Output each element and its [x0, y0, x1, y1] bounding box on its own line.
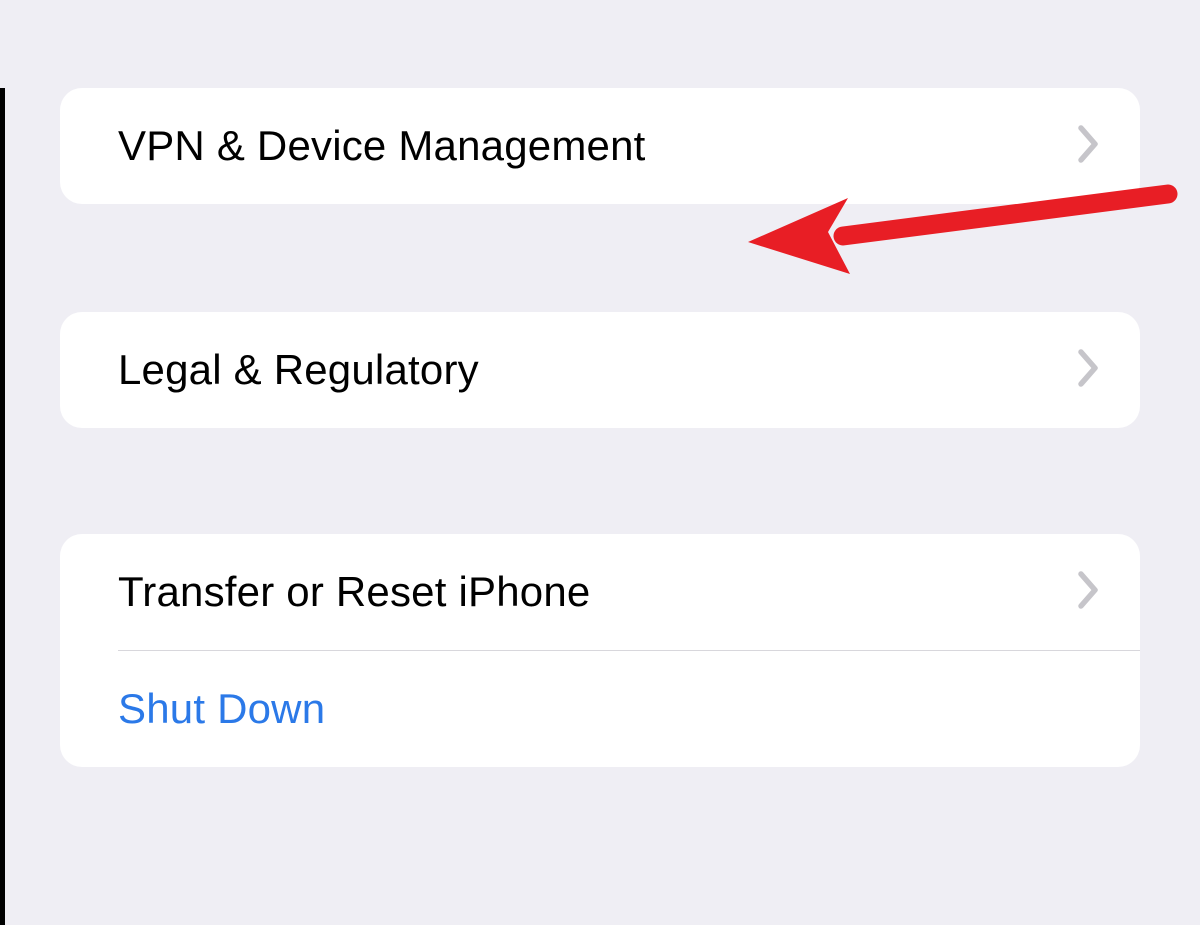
row-label: Transfer or Reset iPhone [118, 568, 590, 616]
settings-section-reset: Transfer or Reset iPhone Shut Down [60, 534, 1140, 767]
settings-section-legal: Legal & Regulatory [60, 312, 1140, 428]
chevron-right-icon [1078, 349, 1100, 392]
settings-list: VPN & Device Management Legal & Regulato… [0, 88, 1200, 767]
row-legal-regulatory[interactable]: Legal & Regulatory [60, 312, 1140, 428]
row-label: Legal & Regulatory [118, 346, 479, 394]
row-label: VPN & Device Management [118, 122, 646, 170]
settings-section-vpn: VPN & Device Management [60, 88, 1140, 204]
row-transfer-reset[interactable]: Transfer or Reset iPhone [60, 534, 1140, 650]
chevron-right-icon [1078, 125, 1100, 168]
row-vpn-device-management[interactable]: VPN & Device Management [60, 88, 1140, 204]
row-label: Shut Down [118, 685, 325, 733]
row-shut-down[interactable]: Shut Down [60, 651, 1140, 767]
chevron-right-icon [1078, 571, 1100, 614]
